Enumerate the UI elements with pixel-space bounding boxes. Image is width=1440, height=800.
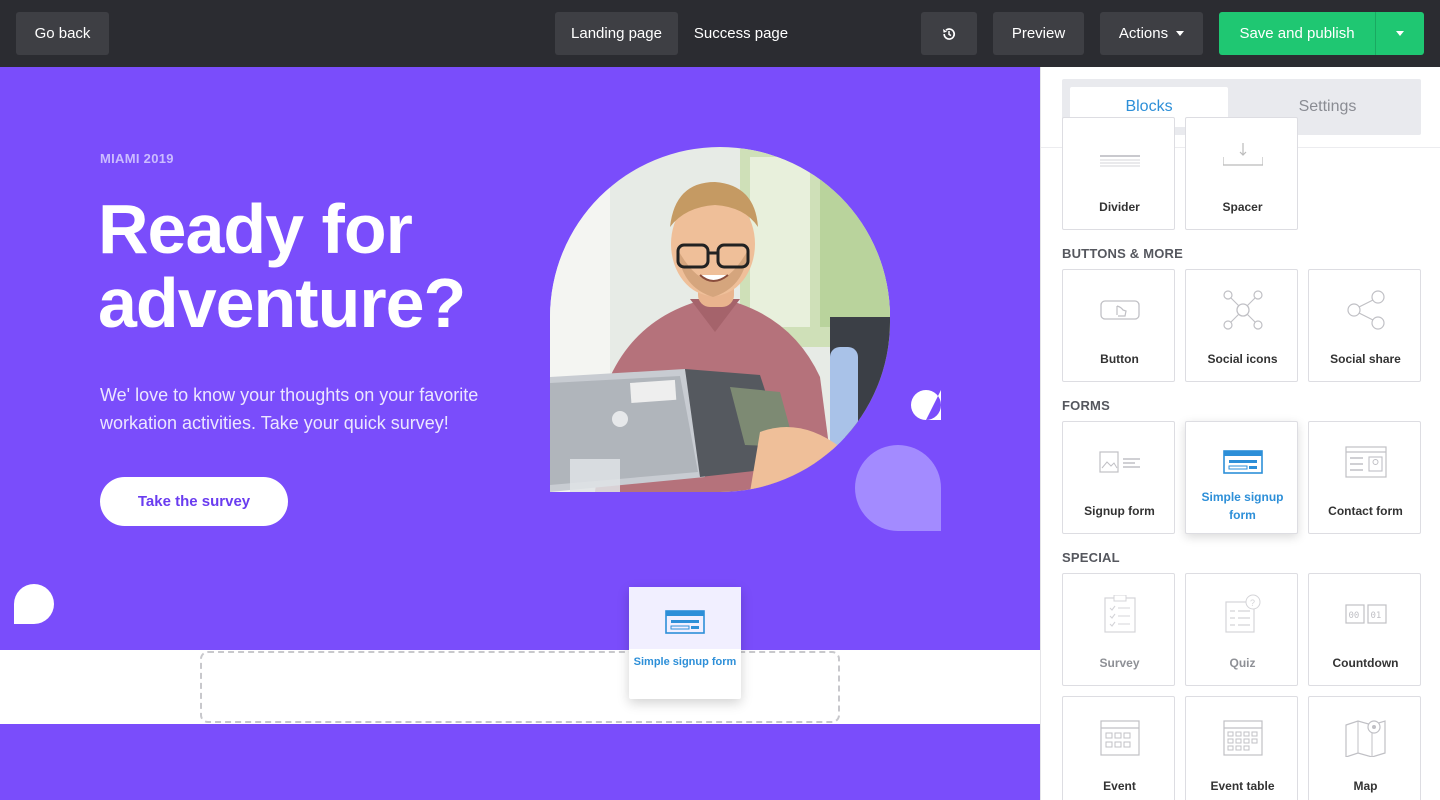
hero-photo	[550, 147, 890, 492]
caret-down-icon	[1396, 31, 1404, 36]
block-tile-divider[interactable]: Divider	[1062, 117, 1175, 230]
block-tile-social-icons[interactable]: Social icons	[1185, 269, 1298, 382]
actions-label: Actions	[1118, 25, 1169, 42]
quiz-icon: ?	[1186, 592, 1299, 636]
go-back-button[interactable]: Go back	[16, 12, 109, 55]
svg-text:?: ?	[1250, 598, 1255, 608]
drop-zone[interactable]	[200, 651, 840, 723]
block-tile-contact-form[interactable]: Contact form	[1308, 421, 1421, 534]
event-table-icon	[1186, 715, 1299, 759]
block-tile-event-table[interactable]: Event table	[1185, 696, 1298, 800]
section-title-buttons: BUTTONS & MORE	[1062, 246, 1184, 261]
map-icon	[1309, 715, 1422, 759]
block-tile-map[interactable]: Map	[1308, 696, 1421, 800]
save-and-publish-button[interactable]: Save and publish	[1219, 12, 1375, 55]
tile-label: Signup form	[1084, 504, 1155, 518]
tab-landing-page[interactable]: Landing page	[555, 12, 678, 55]
tile-label: Event	[1103, 779, 1136, 793]
tile-label: Countdown	[1332, 656, 1399, 670]
history-icon	[943, 27, 956, 40]
button-icon	[1063, 288, 1176, 332]
tile-label: Button	[1100, 352, 1139, 366]
block-tile-survey[interactable]: Survey	[1062, 573, 1175, 686]
page-canvas: MIAMI 2019 Ready for adventure? We' love…	[0, 67, 1040, 800]
top-bar: Go back Landing page Success page Previe…	[0, 0, 1440, 67]
actions-dropdown[interactable]: Actions	[1100, 12, 1203, 55]
hero-text: We' love to know your thoughts on your f…	[100, 385, 479, 433]
tile-label: Simple signup form	[1201, 490, 1284, 522]
preview-button[interactable]: Preview	[993, 12, 1084, 55]
divider-icon	[1063, 136, 1176, 180]
spacer-icon	[1186, 136, 1299, 180]
block-tile-event[interactable]: Event	[1062, 696, 1175, 800]
dragged-block-card[interactable]: Simple signup form	[629, 587, 741, 699]
block-tile-button[interactable]: Button	[1062, 269, 1175, 382]
save-publish-group: Save and publish	[1219, 12, 1424, 55]
tile-label: Social icons	[1207, 352, 1278, 366]
signup-form-icon	[1063, 440, 1176, 484]
svg-text:01: 01	[1370, 611, 1381, 621]
dragged-card-preview	[629, 587, 741, 649]
simple-form-icon	[1186, 440, 1299, 484]
tile-label: Divider	[1099, 200, 1140, 214]
event-icon	[1063, 715, 1176, 759]
dragged-card-label: Simple signup form	[633, 656, 737, 668]
tile-label: Social share	[1330, 352, 1401, 366]
blocks-sidebar: Blocks Settings Divider Spacer BUTTONS &…	[1040, 67, 1440, 800]
survey-icon	[1063, 592, 1176, 636]
svg-text:00: 00	[1348, 611, 1359, 621]
social-share-icon	[1309, 288, 1422, 332]
decor-blob-lavender	[855, 445, 941, 531]
block-tile-spacer[interactable]: Spacer	[1185, 117, 1298, 230]
tile-label: Contact form	[1328, 504, 1403, 518]
block-tile-social-share[interactable]: Social share	[1308, 269, 1421, 382]
tile-label: Survey	[1099, 656, 1140, 670]
take-survey-button[interactable]: Take the survey	[100, 477, 288, 526]
hero-eyebrow: MIAMI 2019	[100, 151, 174, 166]
tile-label: Quiz	[1229, 656, 1256, 670]
decor-bubble-small	[911, 390, 941, 420]
history-button[interactable]	[921, 12, 977, 55]
block-tile-signup-form[interactable]: Signup form	[1062, 421, 1175, 534]
block-tile-countdown[interactable]: 00 01 Countdown	[1308, 573, 1421, 686]
tile-label: Spacer	[1222, 200, 1263, 214]
simple-form-icon	[665, 610, 705, 634]
section-title-special: SPECIAL	[1062, 550, 1120, 565]
hero-title: Ready for adventure?	[98, 190, 466, 342]
countdown-icon: 00 01	[1309, 592, 1422, 636]
decor-bubble-left	[14, 584, 54, 624]
tab-success-page[interactable]: Success page	[688, 12, 794, 55]
section-title-forms: FORMS	[1062, 398, 1110, 413]
caret-down-icon	[1176, 31, 1185, 36]
block-tile-simple-signup-form[interactable]: Simple signup form	[1185, 421, 1298, 534]
contact-form-icon	[1309, 440, 1422, 484]
block-tile-quiz[interactable]: ? Quiz	[1185, 573, 1298, 686]
social-icons-icon	[1186, 288, 1299, 332]
publish-options-button[interactable]	[1375, 12, 1424, 55]
tile-label: Event table	[1210, 779, 1275, 793]
tile-label: Map	[1353, 779, 1378, 793]
